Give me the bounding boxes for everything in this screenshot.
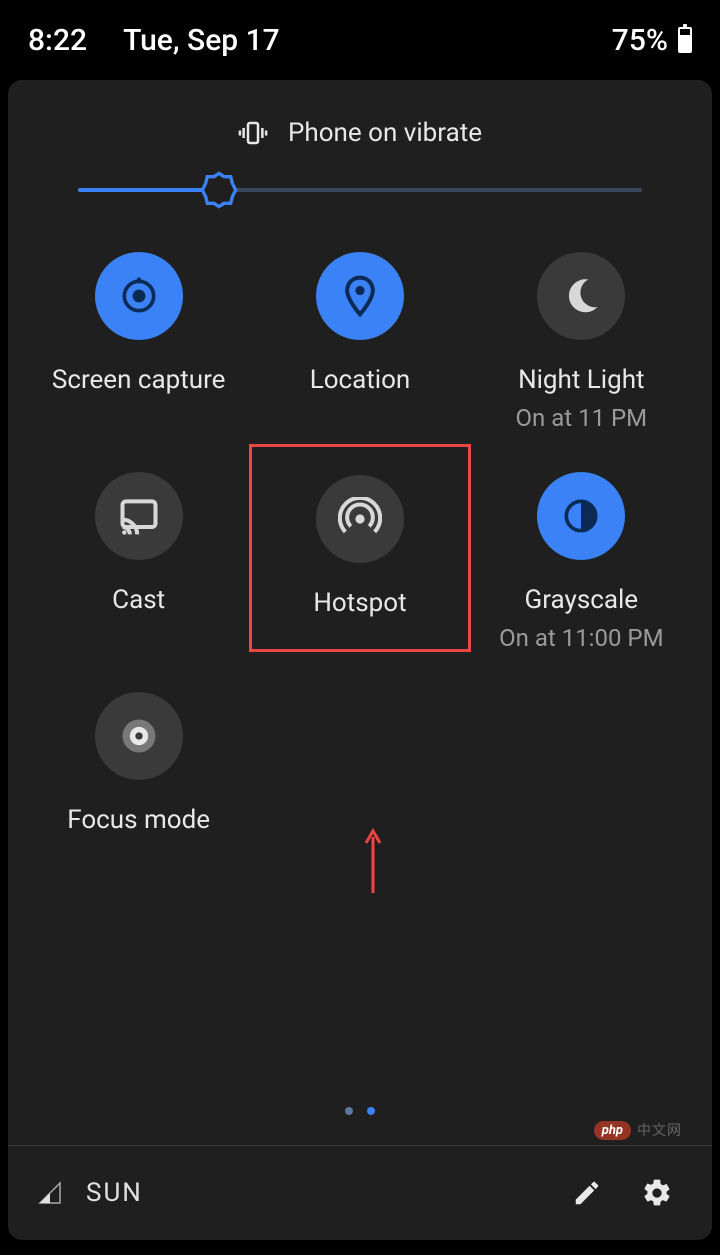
watermark-text: 中文网 bbox=[637, 1120, 682, 1140]
tile-screen-capture[interactable]: Screen capture bbox=[28, 252, 249, 432]
tile-sublabel: On at 11 PM bbox=[516, 404, 648, 432]
slider-track bbox=[78, 188, 642, 192]
cast-icon bbox=[117, 494, 161, 538]
tile-grayscale[interactable]: Grayscale On at 11:00 PM bbox=[471, 472, 692, 652]
gear-icon bbox=[641, 1177, 673, 1209]
tile-button-night-light[interactable] bbox=[537, 252, 625, 340]
slider-fill bbox=[78, 188, 219, 192]
settings-button[interactable] bbox=[632, 1168, 682, 1218]
brightness-slider[interactable] bbox=[8, 158, 712, 222]
ringer-status[interactable]: Phone on vibrate bbox=[8, 108, 712, 158]
status-right: 75% bbox=[612, 23, 692, 58]
quick-settings-panel: Phone on vibrate Screen capture Location N… bbox=[8, 80, 712, 1240]
page-indicator[interactable] bbox=[8, 1107, 712, 1115]
hotspot-icon bbox=[338, 497, 382, 541]
brightness-thumb-icon[interactable] bbox=[199, 170, 239, 210]
tile-hotspot[interactable]: Hotspot bbox=[249, 444, 470, 652]
signal-icon bbox=[38, 1181, 62, 1205]
tile-label: Focus mode bbox=[67, 804, 210, 838]
carrier-info[interactable]: SUN bbox=[38, 1178, 143, 1208]
tile-label: Hotspot bbox=[313, 587, 406, 621]
vibrate-icon bbox=[238, 118, 268, 148]
tile-night-light[interactable]: Night Light On at 11 PM bbox=[471, 252, 692, 432]
watermark-pill: php bbox=[594, 1121, 631, 1140]
tile-label: Cast bbox=[112, 584, 165, 618]
tile-button-screen-capture[interactable] bbox=[95, 252, 183, 340]
tile-sublabel: On at 11:00 PM bbox=[499, 624, 663, 652]
panel-footer: SUN bbox=[8, 1145, 712, 1240]
status-date: Tue, Sep 17 bbox=[123, 23, 280, 58]
tile-focus-mode[interactable]: Focus mode bbox=[28, 692, 249, 838]
carrier-name: SUN bbox=[86, 1178, 143, 1208]
tile-label: Night Light bbox=[518, 364, 645, 398]
focus-icon bbox=[117, 714, 161, 758]
tile-button-hotspot[interactable] bbox=[316, 475, 404, 563]
watermark: php 中文网 bbox=[594, 1120, 682, 1140]
tile-button-grayscale[interactable] bbox=[537, 472, 625, 560]
camera-icon bbox=[117, 274, 161, 318]
ringer-label: Phone on vibrate bbox=[288, 118, 482, 148]
tile-cast[interactable]: Cast bbox=[28, 472, 249, 652]
pager-dot[interactable] bbox=[345, 1107, 353, 1115]
annotation-arrow-icon bbox=[363, 825, 383, 895]
battery-icon bbox=[678, 27, 692, 53]
tile-label: Screen capture bbox=[52, 364, 226, 398]
tile-label: Grayscale bbox=[525, 584, 639, 618]
tile-button-cast[interactable] bbox=[95, 472, 183, 560]
pager-dot[interactable] bbox=[367, 1107, 375, 1115]
edit-button[interactable] bbox=[562, 1168, 612, 1218]
tile-location[interactable]: Location bbox=[249, 252, 470, 432]
status-bar: 8:22 Tue, Sep 17 75% bbox=[0, 0, 720, 80]
pin-icon bbox=[338, 274, 382, 318]
grayscale-icon bbox=[559, 494, 603, 538]
status-time: 8:22 bbox=[28, 23, 87, 58]
tile-button-location[interactable] bbox=[316, 252, 404, 340]
status-left: 8:22 Tue, Sep 17 bbox=[28, 23, 280, 58]
moon-icon bbox=[559, 274, 603, 318]
pencil-icon bbox=[572, 1178, 602, 1208]
battery-percent: 75% bbox=[612, 23, 668, 58]
tiles-grid: Screen capture Location Night Light On at 1… bbox=[8, 222, 712, 837]
tile-label: Location bbox=[310, 364, 411, 398]
tile-button-focus-mode[interactable] bbox=[95, 692, 183, 780]
